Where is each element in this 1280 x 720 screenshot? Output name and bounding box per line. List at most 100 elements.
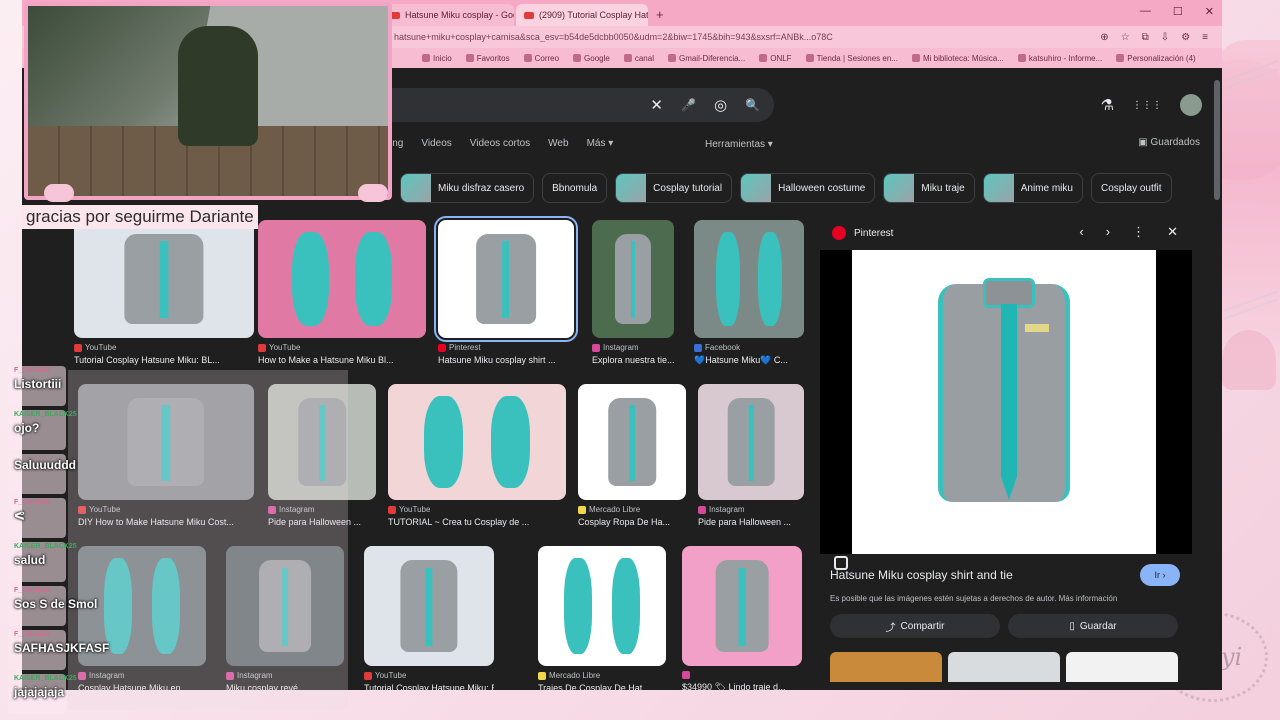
tab-filter[interactable]: Videos cortos <box>470 138 530 149</box>
image-result[interactable]: Instagram Explora nuestra tie... <box>592 220 674 365</box>
clear-icon[interactable]: ✕ <box>650 96 663 114</box>
menu-icon[interactable]: ≡ <box>1202 32 1208 43</box>
search-chip[interactable]: Cosplay tutorial <box>615 173 733 203</box>
webcam-person <box>178 26 258 146</box>
visit-button[interactable]: Ir › <box>1140 564 1180 586</box>
bookmark-item[interactable]: Tienda | Sesiones en... <box>805 54 898 63</box>
bookmark-item[interactable]: Inicio <box>422 54 452 63</box>
result-thumbnail[interactable] <box>434 216 578 342</box>
result-thumbnail[interactable] <box>694 220 804 338</box>
chevron-left-icon[interactable]: ‹ <box>1079 224 1083 240</box>
result-title[interactable]: 💙Hatsune Miku💙 C... <box>694 355 804 366</box>
related-image[interactable] <box>830 652 942 682</box>
search-chip[interactable]: Cosplay outfit <box>1090 173 1172 203</box>
new-tab-button[interactable]: + <box>656 7 664 22</box>
chat-username: F_CHAN16 <box>14 499 51 506</box>
url-text[interactable]: hatsune+miku+cosplay+camisa&sca_esv=b54d… <box>394 32 894 42</box>
result-thumbnail[interactable] <box>74 220 254 338</box>
image-result[interactable]: Facebook 💙Hatsune Miku💙 C... <box>694 220 804 366</box>
preview-title[interactable]: Hatsune Miku cosplay shirt and tie <box>830 568 1013 582</box>
download-icon[interactable]: ⇩ <box>1161 32 1169 43</box>
search-icon[interactable]: 🔍 <box>745 98 760 112</box>
scrollbar-thumb[interactable] <box>1214 80 1220 200</box>
maximize-button[interactable]: ☐ <box>1173 5 1183 18</box>
preview-image[interactable] <box>852 250 1156 554</box>
bookmark-icon: ▣ <box>1138 137 1151 148</box>
bookmark-item[interactable]: ONLF <box>759 53 792 63</box>
lens-icon[interactable]: ◎ <box>714 96 727 114</box>
related-image[interactable] <box>1066 652 1178 682</box>
result-title[interactable]: TUTORIAL ~ Crea tu Cosplay de ... <box>388 517 566 527</box>
tab-filter[interactable]: ing <box>390 138 403 149</box>
avatar[interactable] <box>1180 94 1202 116</box>
bookmark-item[interactable]: Favoritos <box>465 54 510 63</box>
settings-icon[interactable]: ⚙ <box>1181 32 1190 43</box>
bookmark-item[interactable]: Gmail-Diferencia... <box>667 54 745 63</box>
bookmark-item[interactable]: Correo <box>523 54 559 63</box>
related-image[interactable] <box>948 652 1060 682</box>
result-source: YouTube <box>258 343 426 352</box>
image-result[interactable]: Instagram Pide para Halloween ... <box>698 384 804 527</box>
image-result[interactable]: YouTube Tutorial Cosplay Hatsune Miku: BL… <box>74 220 254 365</box>
share-button[interactable]: ⤴ Compartir <box>830 614 1000 638</box>
browser-tab-active[interactable]: (2909) Tutorial Cosplay Hatsune Mik × <box>516 4 648 26</box>
image-result[interactable]: $34990 🏷 Lindo traje d... <box>682 546 802 690</box>
microphone-icon[interactable]: 🎤 <box>681 98 696 112</box>
result-title[interactable]: Hatsune Miku cosplay shirt ... <box>438 355 574 365</box>
saved-link[interactable]: ▣ Guardados <box>1138 137 1200 148</box>
search-chip[interactable]: Halloween costume <box>740 173 876 203</box>
result-thumbnail[interactable] <box>682 546 802 666</box>
search-chip[interactable]: Miku traje <box>883 173 975 203</box>
result-thumbnail[interactable] <box>364 546 494 666</box>
image-result[interactable]: Mercado Libre Trajes De Cosplay De Hat... <box>538 546 666 690</box>
zoom-icon[interactable]: ⊕ <box>1100 32 1108 43</box>
result-thumbnail[interactable] <box>538 546 666 666</box>
save-button[interactable]: ▯ Guardar <box>1008 614 1178 638</box>
result-title[interactable]: Tutorial Cosplay Hatsune Miku: BL... <box>74 355 254 365</box>
bookmark-item[interactable]: Mi biblioteca: Música... <box>911 54 1004 63</box>
result-thumbnail[interactable] <box>698 384 804 500</box>
image-result[interactable]: Mercado Libre Cosplay Ropa De Ha... <box>578 384 686 527</box>
bookmark-item[interactable]: Google <box>573 54 610 63</box>
close-icon[interactable]: ✕ <box>1167 224 1178 240</box>
bookmark-item[interactable]: Personalización (4) <box>1116 54 1196 63</box>
chevron-right-icon[interactable]: › <box>1106 224 1110 240</box>
star-icon[interactable]: ☆ <box>1121 32 1130 43</box>
result-thumbnail[interactable] <box>592 220 674 338</box>
result-thumbnail[interactable] <box>578 384 686 500</box>
result-title[interactable]: How to Make a Hatsune Miku Bl... <box>258 355 426 365</box>
result-title[interactable]: Trajes De Cosplay De Hat... <box>538 683 666 690</box>
result-title[interactable]: Explora nuestra tie... <box>592 355 674 365</box>
bookmark-label: ONLF <box>770 53 792 63</box>
tools-menu[interactable]: Herramientas ▾ <box>705 139 773 150</box>
minimize-button[interactable]: — <box>1140 5 1151 18</box>
tab-filter[interactable]: Web <box>548 138 568 149</box>
result-title[interactable]: $34990 🏷 Lindo traje d... <box>682 682 802 690</box>
close-window-button[interactable]: ✕ <box>1205 5 1214 18</box>
more-options-icon[interactable]: ⋮ <box>1132 224 1145 240</box>
image-result[interactable]: YouTube TUTORIAL ~ Crea tu Cosplay de ... <box>388 384 566 527</box>
result-title[interactable]: Tutorial Cosplay Hatsune Miku: BLUSA +..… <box>364 683 494 690</box>
tab-filter[interactable]: Videos <box>421 138 451 149</box>
search-chip[interactable]: Anime miku <box>982 173 1083 203</box>
image-result[interactable]: Pinterest Hatsune Miku cosplay shirt ... <box>434 216 578 365</box>
bookmark-item[interactable]: katsuhiro - Informe... <box>1017 54 1102 63</box>
extension-icon[interactable]: ⧉ <box>1142 32 1149 43</box>
labs-icon[interactable]: ⚗ <box>1101 96 1114 114</box>
browser-tab[interactable]: Hatsune Miku cosplay - Google × <box>382 4 514 26</box>
bookmark-favicon-icon <box>1116 54 1125 62</box>
result-thumbnail[interactable] <box>388 384 566 500</box>
result-title[interactable]: Cosplay Ropa De Ha... <box>578 517 686 527</box>
search-chip[interactable]: Miku disfraz casero <box>400 173 535 203</box>
image-result[interactable]: YouTube Tutorial Cosplay Hatsune Miku: BL… <box>364 546 494 690</box>
scrollbar[interactable] <box>1214 70 1220 690</box>
tab-filter[interactable]: Más ▾ <box>587 138 614 149</box>
image-result[interactable]: YouTube How to Make a Hatsune Miku Bl... <box>258 220 426 365</box>
apps-grid-icon[interactable]: ⋮⋮⋮ <box>1132 100 1162 111</box>
preview-source[interactable]: Pinterest <box>832 226 893 240</box>
result-thumbnail[interactable] <box>258 220 426 338</box>
search-chip[interactable]: Bbnomula <box>542 173 608 203</box>
search-input[interactable]: ✕ 🎤 ◎ 🔍 <box>352 88 774 122</box>
bookmark-item[interactable]: canal <box>623 54 654 63</box>
result-title[interactable]: Pide para Halloween ... <box>698 517 804 527</box>
